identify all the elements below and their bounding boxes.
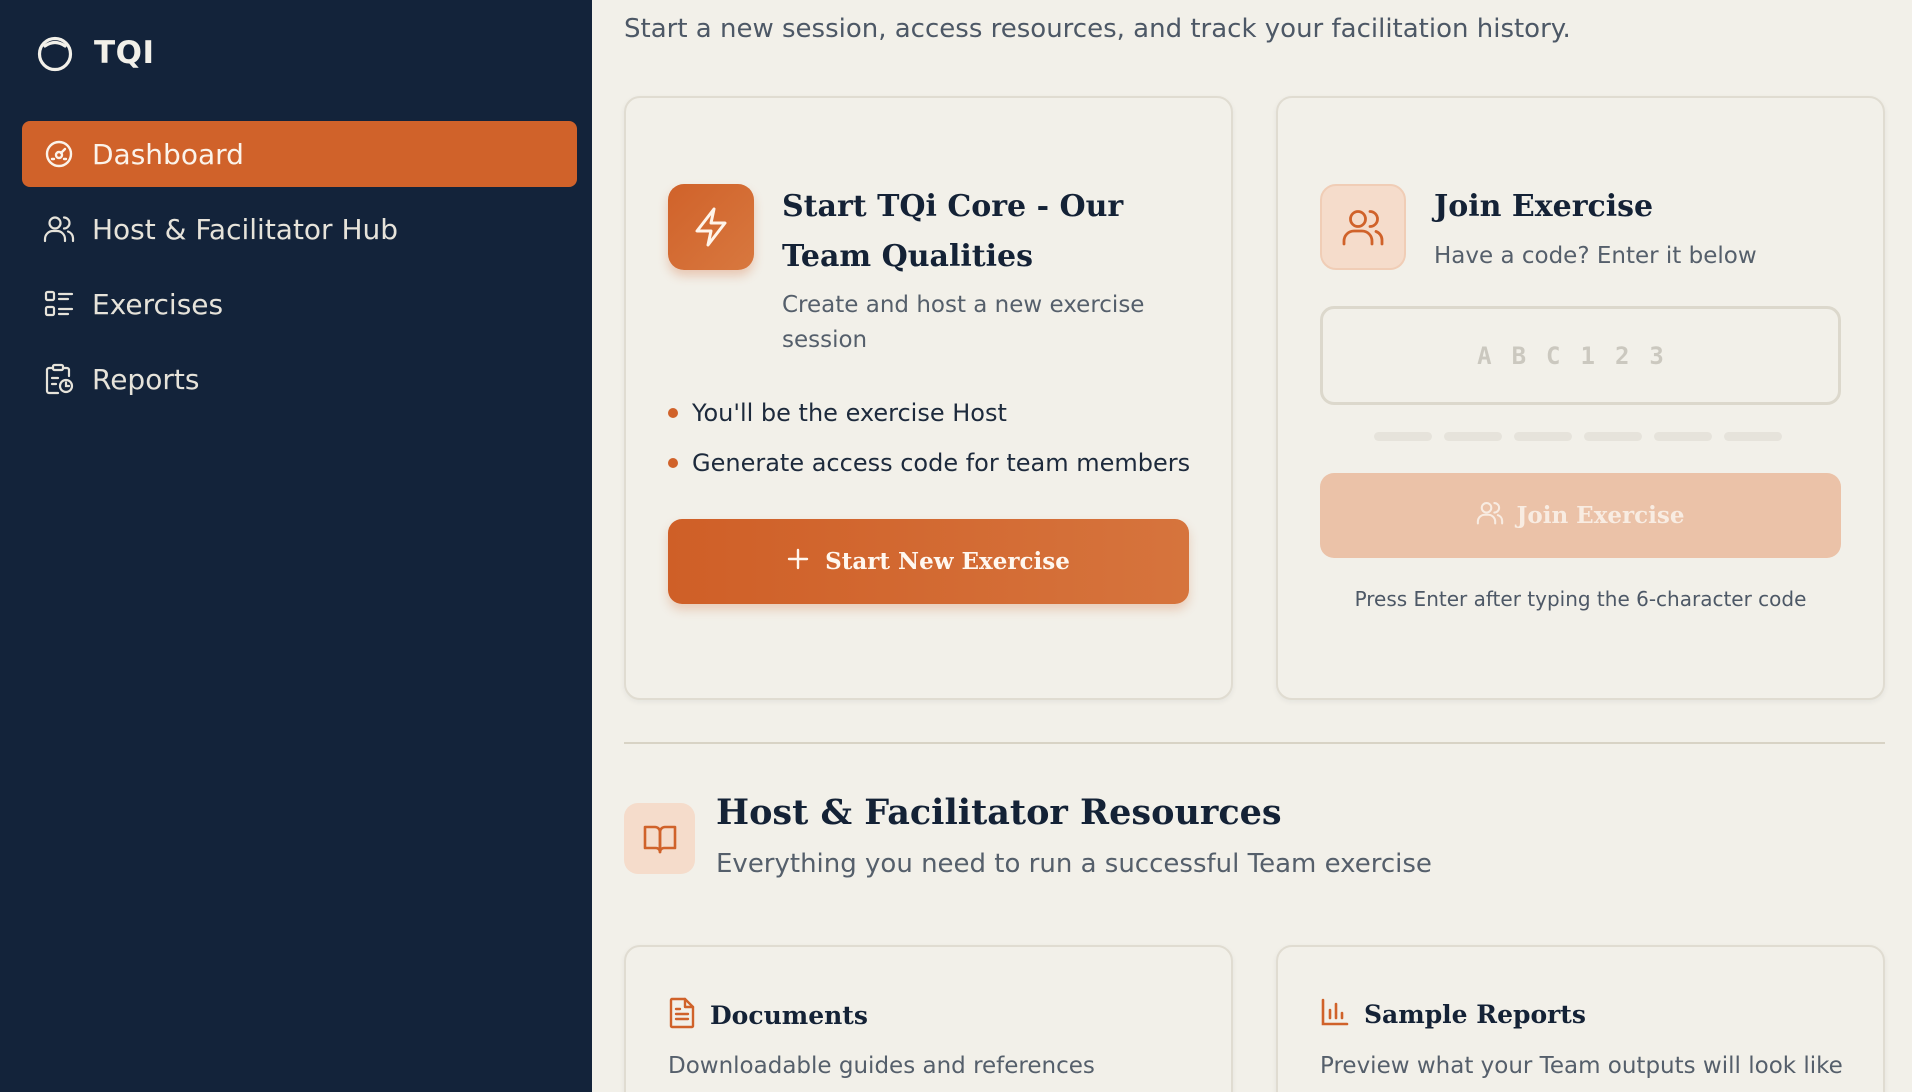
- bullet-dot: [668, 458, 678, 468]
- join-exercise-button[interactable]: Join Exercise: [1320, 473, 1841, 558]
- section-divider: [624, 742, 1885, 744]
- start-button-label: Start New Exercise: [825, 548, 1070, 575]
- code-slot: [1514, 432, 1572, 441]
- sample-reports-title: Sample Reports: [1364, 999, 1586, 1029]
- sidebar-item-reports[interactable]: Reports: [22, 346, 577, 412]
- plus-icon: [787, 548, 809, 576]
- code-slot: [1584, 432, 1642, 441]
- users-icon: [1476, 500, 1504, 532]
- sample-reports-card-header: Sample Reports: [1320, 997, 1586, 1031]
- resources-title: Host & Facilitator Resources: [716, 792, 1282, 833]
- brand[interactable]: TQI: [36, 34, 155, 72]
- documents-card-header: Documents: [668, 997, 868, 1033]
- sidebar-item-label: Exercises: [92, 287, 224, 321]
- sidebar-nav: Dashboard Host & Facilitator Hub Exercis…: [22, 121, 577, 421]
- start-card-description: Create and host a new exercise session: [782, 292, 1145, 353]
- users-icon: [1320, 184, 1406, 270]
- document-icon: [668, 997, 696, 1033]
- app-name: TQI: [94, 35, 155, 71]
- sidebar-item-label: Host & Facilitator Hub: [92, 212, 399, 246]
- start-card-bullets: You'll be the exercise Host Generate acc…: [668, 388, 1190, 488]
- bullet-dot: [668, 408, 678, 418]
- bullet-text: You'll be the exercise Host: [692, 399, 1007, 427]
- sidebar-item-label: Reports: [92, 362, 200, 396]
- sidebar-item-label: Dashboard: [92, 137, 244, 171]
- resources-subtitle: Everything you need to run a successful …: [716, 849, 1432, 879]
- sidebar-item-host-hub[interactable]: Host & Facilitator Hub: [22, 196, 577, 262]
- sidebar-item-dashboard[interactable]: Dashboard: [22, 121, 577, 187]
- list-item: You'll be the exercise Host: [668, 388, 1190, 438]
- start-card-title: Start TQi Core - Our Team Qualities: [782, 189, 1124, 274]
- documents-description: Downloadable guides and references: [668, 1053, 1095, 1079]
- sidebar: TQI Dashboard Host & Facilitator Hub Exe…: [0, 0, 592, 1092]
- join-hint: Press Enter after typing the 6-character…: [1354, 587, 1807, 611]
- code-slot: [1724, 432, 1782, 441]
- sidebar-item-exercises[interactable]: Exercises: [22, 271, 577, 337]
- code-slot: [1444, 432, 1502, 441]
- gauge-icon: [40, 135, 78, 173]
- exercise-code-input[interactable]: [1320, 306, 1841, 405]
- lightning-icon: [668, 184, 754, 270]
- documents-title: Documents: [710, 1000, 868, 1030]
- start-exercise-card: Start TQi Core - Our Team Qualities Crea…: [624, 96, 1233, 700]
- list-icon: [40, 285, 78, 323]
- list-item: Generate access code for team members: [668, 438, 1190, 488]
- join-exercise-card: Join Exercise Have a code? Enter it belo…: [1276, 96, 1885, 700]
- code-slot: [1654, 432, 1712, 441]
- bar-chart-icon: [1320, 997, 1350, 1031]
- users-icon: [40, 210, 78, 248]
- sample-reports-card[interactable]: Sample Reports Preview what your Team ou…: [1276, 945, 1885, 1092]
- code-slot: [1374, 432, 1432, 441]
- code-progress-slots: [1374, 432, 1782, 441]
- clipboard-chart-icon: [40, 360, 78, 398]
- bullet-text: Generate access code for team members: [692, 449, 1191, 477]
- logo-ring-icon: [36, 34, 74, 72]
- book-icon: [624, 803, 695, 874]
- join-button-label: Join Exercise: [1516, 502, 1685, 529]
- sample-reports-description: Preview what your Team outputs will look…: [1320, 1053, 1843, 1079]
- join-card-description: Have a code? Enter it below: [1434, 243, 1757, 269]
- documents-card[interactable]: Documents Downloadable guides and refere…: [624, 945, 1233, 1092]
- page-subtitle: Start a new session, access resources, a…: [624, 14, 1571, 44]
- main-content: Start a new session, access resources, a…: [592, 0, 1912, 1092]
- join-card-title: Join Exercise: [1434, 189, 1654, 224]
- start-new-exercise-button[interactable]: Start New Exercise: [668, 519, 1189, 604]
